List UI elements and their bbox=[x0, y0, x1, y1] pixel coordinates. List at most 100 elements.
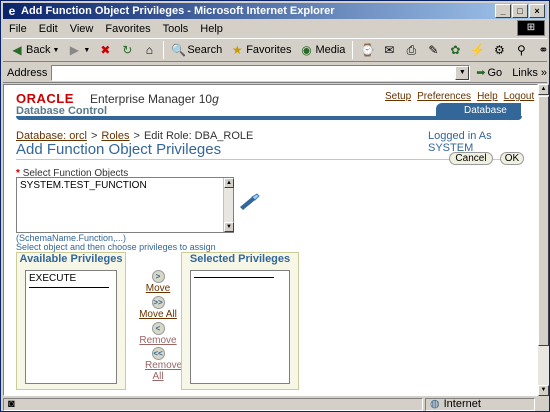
global-links: Setup Preferences Help Logout bbox=[385, 91, 534, 102]
instruction-hint: Select object and then choose privileges… bbox=[16, 242, 216, 252]
logged-in-status: Logged in As SYSTEM bbox=[428, 130, 492, 154]
address-input[interactable]: ▼ bbox=[51, 64, 471, 81]
scroll-up-icon[interactable]: ▲ bbox=[224, 178, 234, 188]
stop-icon: ✖ bbox=[100, 43, 111, 57]
security-zone: ◍ Internet bbox=[425, 397, 535, 411]
maximize-button[interactable]: □ bbox=[512, 4, 528, 18]
favorites-label: Favorites bbox=[246, 44, 292, 56]
available-privileges-list[interactable]: EXECUTE bbox=[25, 270, 117, 384]
minimize-button[interactable]: _ bbox=[495, 4, 511, 18]
links-chevron-icon[interactable]: » bbox=[541, 67, 547, 79]
logout-link[interactable]: Logout bbox=[504, 91, 535, 102]
page-done-icon: ◙ bbox=[8, 397, 15, 410]
remove-all-button[interactable]: Remove All bbox=[145, 360, 182, 382]
browser-window: e Add Function Object Privileges - Micro… bbox=[0, 0, 550, 412]
menu-file[interactable]: File bbox=[9, 23, 27, 35]
discuss-icon: ✿ bbox=[450, 43, 461, 57]
status-bar: ◙ ◍ Internet bbox=[3, 397, 549, 411]
search-button[interactable]: 🔍 Search bbox=[168, 40, 225, 60]
favorites-icon: ★ bbox=[231, 43, 243, 57]
page-scroll-thumb[interactable] bbox=[538, 96, 549, 346]
function-objects-input[interactable]: SYSTEM.TEST_FUNCTION bbox=[16, 177, 234, 233]
forward-button[interactable]: ▶ ▼ bbox=[64, 40, 93, 60]
ie-logo-icon: e bbox=[8, 4, 16, 18]
help-link[interactable]: Help bbox=[477, 91, 498, 102]
page-scroll-up-icon[interactable]: ▲ bbox=[538, 84, 549, 95]
address-bar: Address ▼ ➡ Go Links » bbox=[3, 63, 547, 83]
setup-link[interactable]: Setup bbox=[385, 91, 411, 102]
print-button[interactable]: ⎙ bbox=[401, 40, 421, 60]
move-all-icon: >> bbox=[151, 296, 165, 309]
ok-button[interactable]: OK bbox=[500, 152, 524, 165]
home-button[interactable]: ⌂ bbox=[139, 40, 159, 60]
mail-button[interactable]: ✉ bbox=[379, 40, 399, 60]
remove-icon: < bbox=[151, 322, 165, 335]
history-icon: ⌚ bbox=[360, 43, 376, 57]
media-button[interactable]: ◉ Media bbox=[296, 40, 348, 60]
favorites-button[interactable]: ★ Favorites bbox=[227, 40, 294, 60]
title-divider bbox=[16, 159, 522, 160]
tab-underline bbox=[16, 116, 522, 120]
tools-icon: ⚙ bbox=[494, 43, 505, 57]
edit-icon: ✎ bbox=[428, 43, 439, 57]
tools-button[interactable]: ⚙ bbox=[489, 40, 509, 60]
link-button[interactable]: ⚭ bbox=[533, 40, 550, 60]
windows-logo-icon: ⊞ bbox=[517, 20, 545, 36]
messenger-button[interactable]: ⚡ bbox=[467, 40, 487, 60]
refresh-icon: ↻ bbox=[122, 43, 133, 57]
edit-button[interactable]: ✎ bbox=[423, 40, 443, 60]
selected-privileges-list[interactable] bbox=[190, 270, 290, 384]
refresh-button[interactable]: ↻ bbox=[117, 40, 137, 60]
media-label: Media bbox=[315, 44, 346, 56]
page-scroll-down-icon[interactable]: ▼ bbox=[538, 385, 549, 396]
messenger-icon: ⚡ bbox=[470, 43, 486, 57]
link-icon: ⚭ bbox=[538, 43, 549, 57]
links-button[interactable]: Links bbox=[512, 67, 538, 79]
move-control[interactable]: > Move bbox=[137, 270, 179, 294]
search-label: Search bbox=[187, 44, 223, 56]
research-button[interactable]: ⚲ bbox=[511, 40, 531, 60]
menu-tools[interactable]: Tools bbox=[163, 23, 189, 35]
title-bar: e Add Function Object Privileges - Micro… bbox=[3, 3, 547, 19]
address-dropdown-icon[interactable]: ▼ bbox=[455, 65, 470, 80]
research-icon: ⚲ bbox=[517, 43, 526, 57]
move-icon: > bbox=[151, 270, 165, 283]
status-text: ◙ bbox=[3, 397, 423, 411]
search-icon: 🔍 bbox=[171, 43, 187, 57]
move-all-button[interactable]: Move All bbox=[137, 309, 179, 320]
remove-control[interactable]: < Remove bbox=[137, 322, 179, 346]
home-icon: ⌂ bbox=[145, 43, 153, 57]
move-button[interactable]: Move bbox=[137, 283, 179, 294]
selected-privileges-heading: Selected Privileges bbox=[189, 253, 291, 265]
list-item[interactable]: EXECUTE bbox=[29, 273, 113, 284]
back-arrow-icon: ◀ bbox=[12, 43, 22, 57]
remove-button[interactable]: Remove bbox=[137, 335, 179, 346]
stop-button[interactable]: ✖ bbox=[95, 40, 115, 60]
remove-all-icon: << bbox=[151, 347, 165, 360]
menu-edit[interactable]: Edit bbox=[39, 23, 58, 35]
internet-globe-icon: ◍ bbox=[430, 397, 440, 410]
flashlight-search-icon[interactable] bbox=[238, 190, 260, 211]
menu-help[interactable]: Help bbox=[200, 23, 223, 35]
page-title: Add Function Object Privileges bbox=[16, 141, 222, 158]
page-viewport: ORACLE Enterprise Manager 10g Database C… bbox=[3, 84, 538, 396]
address-label: Address bbox=[7, 66, 48, 79]
oracle-logo: ORACLE bbox=[16, 91, 74, 106]
window-title: Add Function Object Privileges - Microso… bbox=[21, 5, 335, 17]
menu-favorites[interactable]: Favorites bbox=[105, 23, 150, 35]
textarea-scrollbar[interactable]: ▲ ▼ bbox=[223, 178, 234, 232]
remove-all-control[interactable]: << Remove All bbox=[137, 347, 182, 382]
go-button[interactable]: ➡ Go bbox=[476, 66, 502, 80]
product-title: Enterprise Manager 10g bbox=[90, 92, 219, 106]
menu-view[interactable]: View bbox=[70, 23, 94, 35]
scroll-down-icon[interactable]: ▼ bbox=[224, 222, 234, 232]
preferences-link[interactable]: Preferences bbox=[417, 91, 471, 102]
page-scrollbar[interactable]: ▲ ▼ bbox=[538, 84, 549, 396]
close-button[interactable]: × bbox=[529, 4, 545, 18]
history-button[interactable]: ⌚ bbox=[357, 40, 377, 60]
move-all-control[interactable]: >> Move All bbox=[137, 296, 179, 320]
discuss-button[interactable]: ✿ bbox=[445, 40, 465, 60]
back-label: Back bbox=[26, 44, 51, 56]
cancel-button[interactable]: Cancel bbox=[449, 152, 493, 165]
back-button[interactable]: ◀ Back ▼ bbox=[7, 40, 62, 60]
